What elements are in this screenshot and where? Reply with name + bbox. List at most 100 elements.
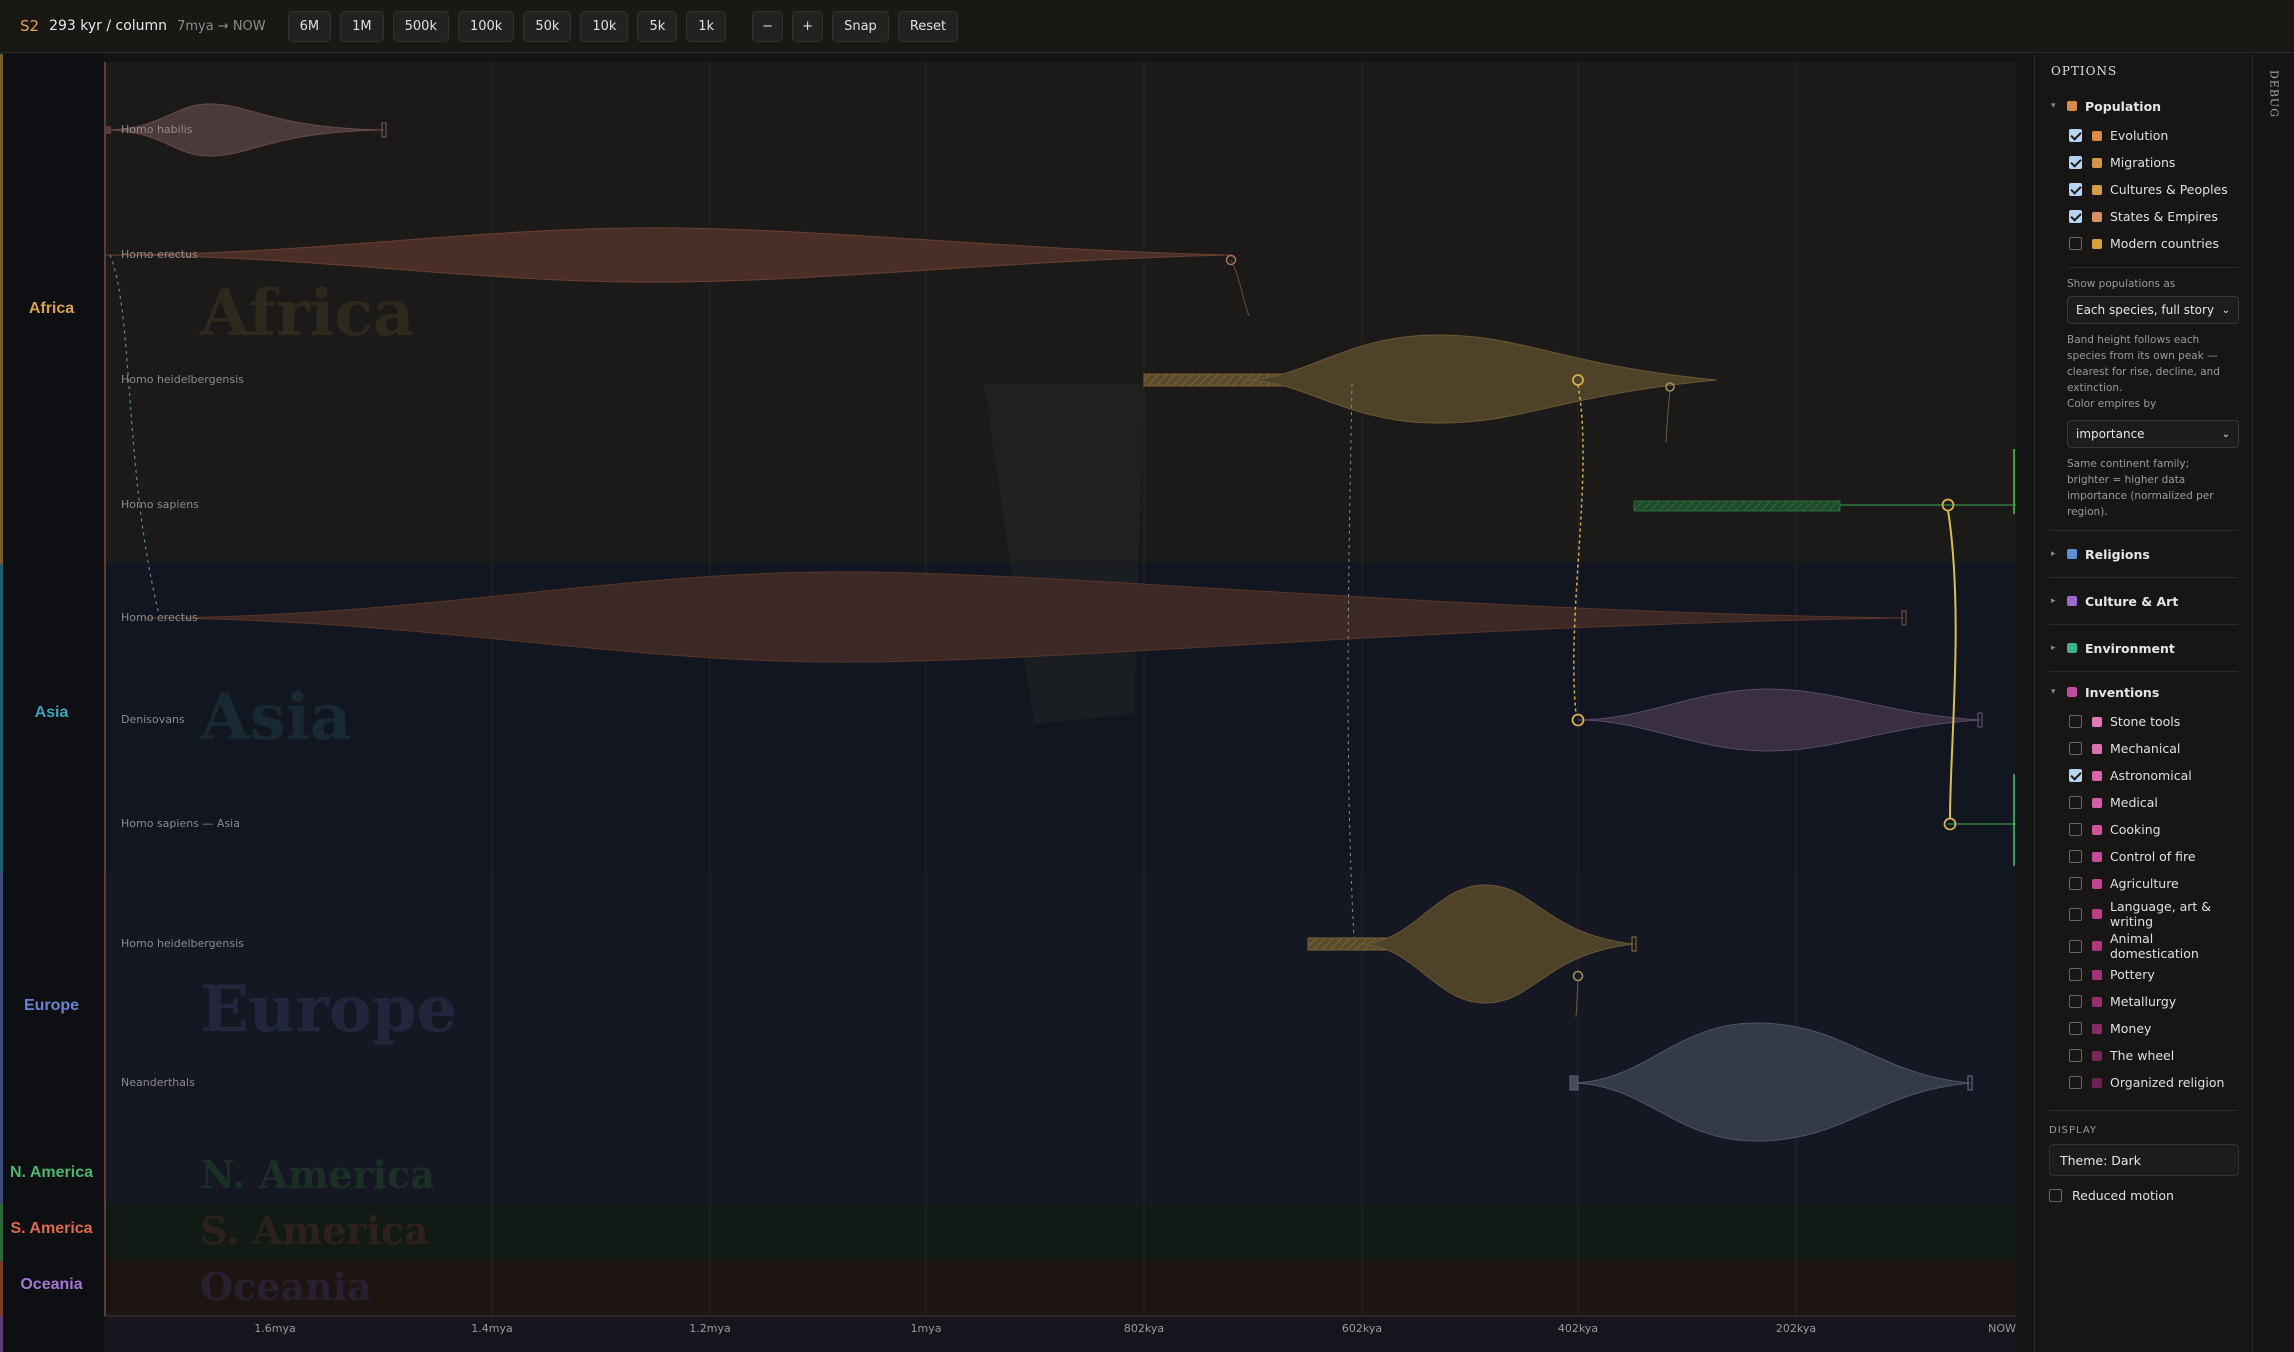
checkbox-pottery[interactable] [2069, 968, 2082, 981]
toggle-stone-tools[interactable]: Stone tools [2049, 708, 2238, 735]
axis-tick: 1.4mya [471, 1322, 513, 1335]
toggle-the-wheel[interactable]: The wheel [2049, 1042, 2238, 1069]
section-population-label: Population [2085, 98, 2162, 114]
zoom-out-button[interactable]: − [752, 10, 784, 42]
checkbox-stone-tools[interactable] [2069, 715, 2082, 728]
section-population[interactable]: ▾ Population [2049, 96, 2238, 116]
zoom-500k-button[interactable]: 500k [392, 10, 449, 42]
migrations-color-swatch [2092, 157, 2102, 168]
row-label-homo-sapiens[interactable]: Homo sapiens [121, 498, 199, 511]
toggle-language-art-writing[interactable]: Language, art & writing [2049, 897, 2238, 931]
checkbox-cultures-peoples[interactable] [2069, 183, 2082, 196]
theme-selector[interactable]: Theme: Dark [2049, 1144, 2239, 1176]
medical-swatch [2092, 797, 2102, 808]
checkbox-agriculture[interactable] [2069, 877, 2082, 890]
fire-swatch [2092, 851, 2102, 862]
show-as-select[interactable]: Each species, full story ⌄ [2067, 296, 2239, 324]
region-label-namerica[interactable]: N. America [0, 1164, 103, 1182]
checkbox-reduced-motion[interactable] [2049, 1189, 2062, 1202]
checkbox-money[interactable] [2069, 1022, 2082, 1035]
evolution-color-swatch [2092, 130, 2102, 141]
region-stripe-oceania [0, 1316, 3, 1352]
checkbox-animal-domestication[interactable] [2069, 939, 2082, 953]
snap-button[interactable]: Snap [832, 10, 889, 42]
zoom-in-button[interactable]: + [792, 10, 824, 42]
checkbox-cooking[interactable] [2069, 823, 2082, 836]
checkbox-astronomical[interactable] [2069, 769, 2082, 782]
toggle-medical[interactable]: Medical [2049, 789, 2238, 816]
row-label-heidelbergensis-africa[interactable]: Homo heidelbergensis [121, 373, 244, 386]
population-color-swatch [2067, 101, 2077, 111]
zoom-6m-button[interactable]: 6M [287, 10, 332, 42]
zoom-1m-button[interactable]: 1M [340, 10, 384, 42]
toggle-mechanical[interactable]: Mechanical [2049, 735, 2238, 762]
pottery-swatch [2092, 969, 2102, 980]
checkbox-evolution[interactable] [2069, 129, 2082, 142]
row-label-denisovans[interactable]: Denisovans [121, 713, 185, 726]
region-label-africa[interactable]: Africa [0, 300, 103, 318]
checkbox-modern-countries[interactable] [2069, 237, 2082, 250]
caret-right-icon: ▸ [2051, 643, 2056, 653]
checkbox-states-empires[interactable] [2069, 210, 2082, 223]
toggle-agriculture[interactable]: Agriculture [2049, 870, 2238, 897]
toggle-organized-religion[interactable]: Organized religion [2049, 1069, 2238, 1096]
checkbox-language[interactable] [2069, 907, 2082, 921]
color-by-select[interactable]: importance ⌄ [2067, 420, 2239, 448]
agriculture-swatch [2092, 878, 2102, 889]
caret-right-icon: ▸ [2051, 596, 2056, 606]
row-label-homo-erectus-africa[interactable]: Homo erectus [121, 248, 198, 261]
religions-color-swatch [2067, 549, 2077, 559]
toggle-metallurgy[interactable]: Metallurgy [2049, 988, 2238, 1015]
toggle-metallurgy-label: Metallurgy [2110, 994, 2177, 1009]
row-label-homo-erectus-asia[interactable]: Homo erectus [121, 611, 198, 624]
toggle-cooking[interactable]: Cooking [2049, 816, 2238, 843]
checkbox-organized-religion[interactable] [2069, 1076, 2082, 1089]
toggle-cultures-peoples[interactable]: Cultures & Peoples [2049, 176, 2238, 203]
section-culture-art[interactable]: ▸ Culture & Art [2049, 588, 2238, 614]
zoom-100k-button[interactable]: 100k [457, 10, 515, 42]
display-title: DISPLAY [2049, 1125, 2098, 1136]
toggle-reduced-motion[interactable]: Reduced motion [2049, 1182, 2238, 1209]
toggle-astronomical[interactable]: Astronomical [2049, 762, 2238, 789]
zoom-10k-button[interactable]: 10k [580, 10, 629, 42]
row-label-homo-habilis[interactable]: Homo habilis [121, 123, 193, 136]
checkbox-migrations[interactable] [2069, 156, 2082, 169]
checkbox-the-wheel[interactable] [2069, 1049, 2082, 1062]
debug-tab[interactable]: DEBUG [2252, 54, 2294, 1352]
checkbox-metallurgy[interactable] [2069, 995, 2082, 1008]
color-by-value: importance [2076, 427, 2145, 441]
section-environment[interactable]: ▸ Environment [2049, 635, 2238, 661]
toggle-modern-countries[interactable]: Modern countries [2049, 230, 2238, 257]
region-label-europe[interactable]: Europe [0, 997, 103, 1015]
toggle-money[interactable]: Money [2049, 1015, 2238, 1042]
section-religions[interactable]: ▸ Religions [2049, 541, 2238, 567]
checkbox-control-of-fire[interactable] [2069, 850, 2082, 863]
toggle-animal-domestication[interactable]: Animal domestication [2049, 931, 2238, 961]
axis-tick: 1mya [910, 1322, 942, 1335]
toggle-control-of-fire[interactable]: Control of fire [2049, 843, 2238, 870]
timeline-canvas[interactable]: Africa Asia Europe N. America S. America… [104, 54, 2016, 1352]
zoom-50k-button[interactable]: 50k [523, 10, 572, 42]
region-watermark-oceania: Oceania [200, 1264, 372, 1309]
toggle-stone-tools-label: Stone tools [2110, 714, 2181, 729]
row-label-sapiens-asia[interactable]: Homo sapiens — Asia [121, 817, 240, 830]
language-swatch [2092, 909, 2102, 919]
row-label-neanderthals[interactable]: Neanderthals [121, 1076, 195, 1089]
toggle-pottery[interactable]: Pottery [2049, 961, 2238, 988]
reset-button[interactable]: Reset [897, 10, 959, 42]
zoom-1k-button[interactable]: 1k [686, 10, 727, 42]
inventions-color-swatch [2067, 687, 2077, 697]
region-label-oceania[interactable]: Oceania [0, 1276, 103, 1294]
zoom-5k-button[interactable]: 5k [637, 10, 678, 42]
section-inventions[interactable]: ▾ Inventions [2049, 682, 2238, 702]
axis-tick: 802kya [1123, 1322, 1165, 1335]
checkbox-mechanical[interactable] [2069, 742, 2082, 755]
toggle-evolution[interactable]: Evolution [2049, 122, 2238, 149]
toggle-fire-label: Control of fire [2110, 849, 2196, 864]
region-label-samerica[interactable]: S. America [0, 1220, 103, 1238]
row-label-heidelbergensis-europe[interactable]: Homo heidelbergensis [121, 937, 244, 950]
checkbox-medical[interactable] [2069, 796, 2082, 809]
region-label-asia[interactable]: Asia [0, 704, 103, 722]
toggle-states-empires[interactable]: States & Empires [2049, 203, 2238, 230]
toggle-migrations[interactable]: Migrations [2049, 149, 2238, 176]
